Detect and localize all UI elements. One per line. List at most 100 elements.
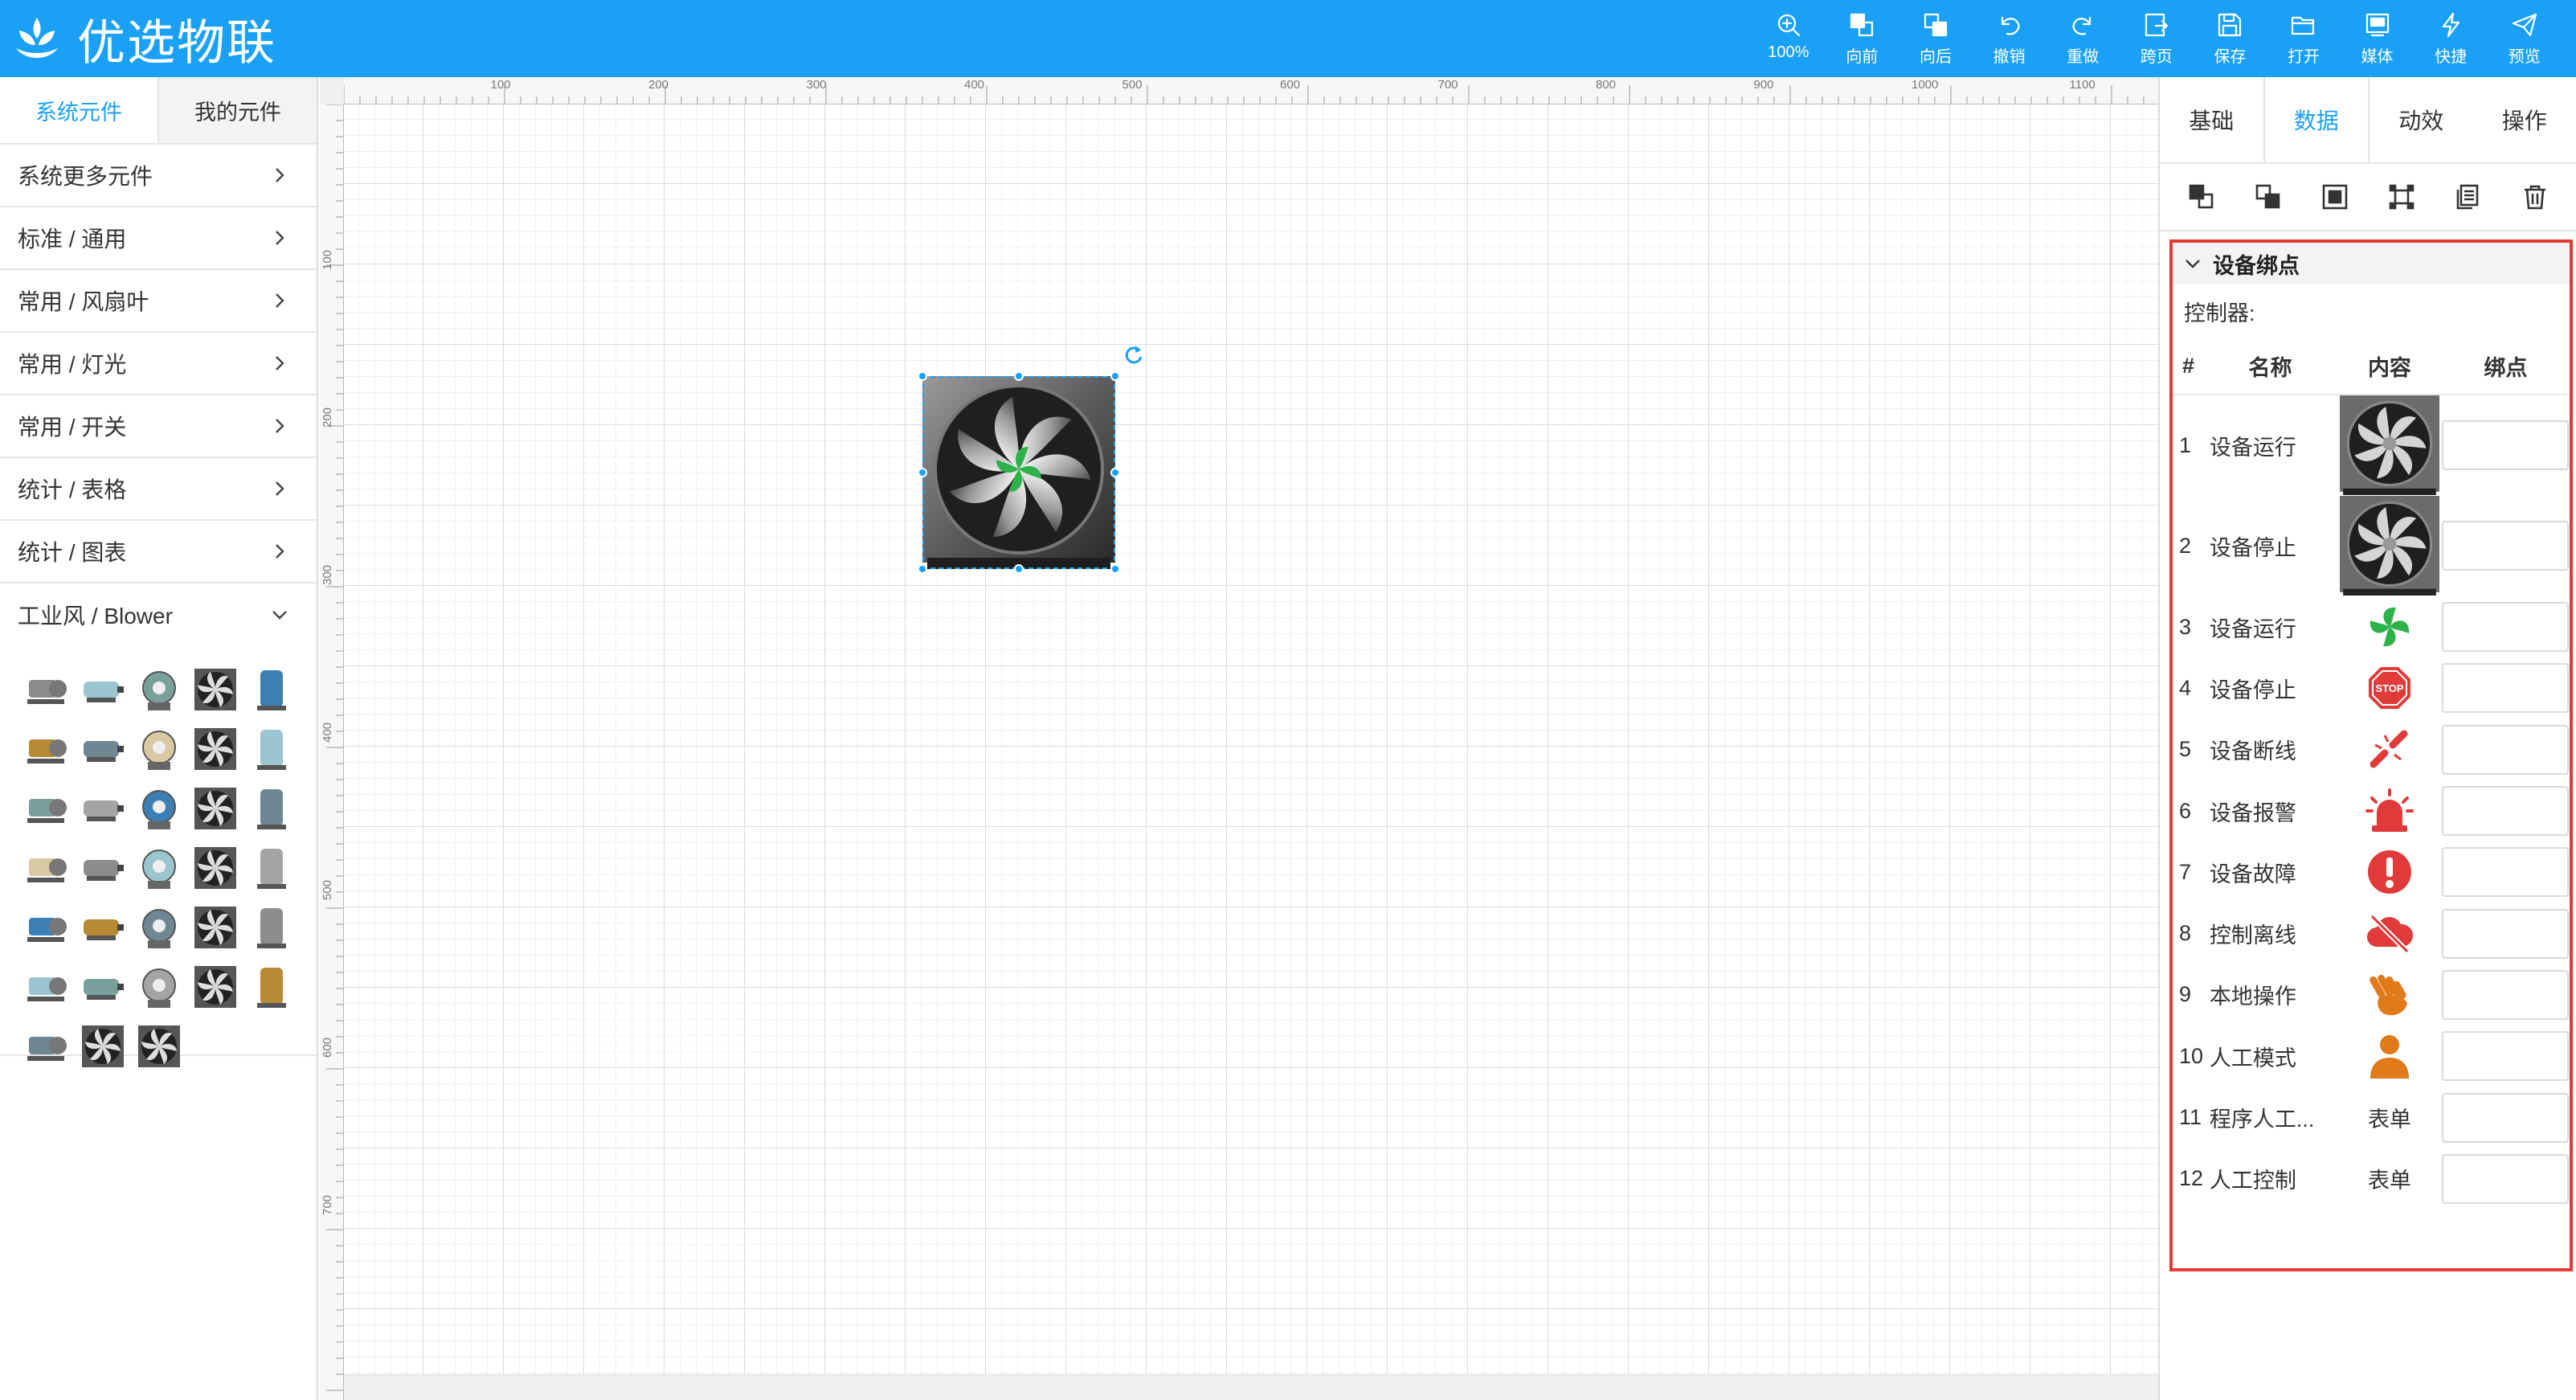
resize-handle-s[interactable] [1014, 564, 1024, 574]
horizontal-ruler: 100 200 300 400 500 600 700 800 900 1000 1100 [344, 77, 2158, 104]
blower-component-thumbnail[interactable] [190, 961, 241, 1013]
blower-component-thumbnail[interactable] [190, 723, 241, 775]
blower-component-thumbnail[interactable] [21, 723, 72, 775]
blower-component-thumbnail[interactable] [190, 664, 241, 715]
resize-handle-ne[interactable] [1110, 371, 1120, 381]
blower-component-thumbnail[interactable] [21, 961, 72, 1013]
category-stat-chart[interactable]: 统计 / 图表 [0, 521, 317, 583]
blower-component-thumbnail[interactable] [133, 664, 185, 715]
send-back-button[interactable] [2252, 181, 2284, 213]
bind-point-input[interactable] [2442, 1153, 2570, 1204]
blower-component-thumbnail[interactable] [77, 664, 129, 715]
bind-point-input[interactable] [2442, 1031, 2570, 1082]
resize-handle-n[interactable] [1014, 371, 1024, 381]
blower-component-thumbnail[interactable] [246, 664, 297, 715]
blower-thumbnail-icon [142, 731, 176, 770]
category-industrial-blower[interactable]: 工业风 / Blower [0, 583, 317, 646]
bind-point-input[interactable] [2442, 521, 2570, 571]
category-fan-blade[interactable]: 常用 / 风扇叶 [0, 270, 317, 333]
bring-front-button[interactable] [2186, 181, 2218, 213]
blower-component-thumbnail[interactable] [190, 902, 241, 953]
blower-component-thumbnail[interactable] [77, 842, 129, 894]
cross-page-button[interactable]: 跨页 [2120, 11, 2194, 69]
blower-component-thumbnail[interactable] [246, 783, 297, 834]
blower-component-thumbnail[interactable] [246, 902, 297, 953]
blower-component-thumbnail[interactable] [21, 664, 72, 715]
row-number: 9 [2179, 982, 2192, 1007]
bind-point-input[interactable] [2442, 786, 2570, 837]
tab-my-components[interactable]: 我的元件 [157, 77, 317, 143]
bind-point-input[interactable] [2442, 420, 2570, 470]
design-canvas[interactable]: 100 200 300 400 500 600 700 800 900 1000 1100 100 2… [320, 77, 2158, 1400]
resize-handle-sw[interactable] [918, 564, 927, 574]
blower-component-thumbnail[interactable] [133, 842, 185, 894]
category-more-system[interactable]: 系统更多元件 [0, 145, 317, 207]
resize-handle-se[interactable] [1110, 564, 1120, 574]
rotate-handle-icon[interactable] [1122, 342, 1146, 366]
blower-component-thumbnail[interactable] [133, 1021, 185, 1072]
open-button[interactable]: 打开 [2267, 11, 2341, 69]
zoom-icon [1777, 14, 1800, 37]
send-backward-button[interactable]: 向后 [1899, 11, 1973, 69]
media-button[interactable]: 媒体 [2341, 11, 2414, 69]
bind-point-input[interactable] [2442, 602, 2570, 653]
copy-button[interactable] [2452, 181, 2484, 213]
blower-component-thumbnail[interactable] [21, 1021, 72, 1072]
zoom-button[interactable]: 100% [1752, 11, 1826, 69]
tab-data[interactable]: 数据 [2263, 77, 2370, 162]
blower-component-thumbnail[interactable] [21, 783, 72, 834]
blower-component-thumbnail[interactable] [77, 723, 129, 775]
ruler-label: 300 [321, 565, 334, 585]
category-label: 常用 / 灯光 [18, 352, 127, 377]
category-switch[interactable]: 常用 / 开关 [0, 395, 317, 458]
blower-component-thumbnail[interactable] [190, 783, 241, 834]
undo-button[interactable]: 撤销 [1973, 11, 2046, 69]
bind-point-input[interactable] [2442, 663, 2570, 714]
ungroup-button[interactable] [2386, 181, 2418, 213]
group-button[interactable] [2319, 181, 2351, 213]
blower-component-thumbnail[interactable] [133, 961, 185, 1013]
content-text: 表单 [2367, 1107, 2411, 1132]
tab-operation[interactable]: 操作 [2473, 77, 2576, 162]
bring-forward-button[interactable]: 向前 [1826, 11, 1899, 69]
bind-point-input[interactable] [2442, 1092, 2570, 1143]
redo-label: 重做 [2067, 48, 2100, 66]
blower-component-thumbnail[interactable] [21, 902, 72, 953]
row-content: 表单 [2337, 1163, 2441, 1194]
category-lighting[interactable]: 常用 / 灯光 [0, 333, 317, 395]
horizontal-scrollbar[interactable] [344, 1374, 2158, 1400]
blower-component-thumbnail[interactable] [77, 783, 129, 834]
tab-basic[interactable]: 基础 [2160, 77, 2263, 162]
blower-component-thumbnail[interactable] [21, 842, 72, 894]
chevron-right-icon [276, 544, 284, 559]
resize-handle-w[interactable] [918, 468, 927, 477]
blower-component-thumbnail[interactable] [133, 783, 185, 834]
resize-handle-nw[interactable] [918, 371, 927, 381]
blower-component-thumbnail[interactable] [133, 723, 185, 775]
bind-point-input[interactable] [2442, 969, 2570, 1020]
shortcut-button[interactable]: 快捷 [2414, 11, 2488, 69]
save-button[interactable]: 保存 [2194, 11, 2267, 69]
blower-component-thumbnail[interactable] [246, 723, 297, 775]
blower-component-thumbnail[interactable] [246, 842, 297, 894]
blower-component-thumbnail[interactable] [133, 902, 185, 953]
canvas-grid[interactable] [344, 104, 2158, 1374]
blower-component-thumbnail[interactable] [77, 1021, 129, 1072]
ruler-label: 700 [321, 1195, 334, 1215]
resize-handle-e[interactable] [1110, 468, 1120, 477]
bind-point-input[interactable] [2442, 724, 2570, 775]
category-standard-general[interactable]: 标准 / 通用 [0, 207, 317, 270]
category-stat-table[interactable]: 统计 / 表格 [0, 458, 317, 521]
blower-component-thumbnail[interactable] [77, 961, 129, 1013]
blower-component-thumbnail[interactable] [246, 961, 297, 1013]
preview-button[interactable]: 预览 [2488, 11, 2562, 69]
blower-component-thumbnail[interactable] [77, 902, 129, 953]
bind-point-input[interactable] [2442, 908, 2570, 959]
binding-section-header[interactable]: 设备绑点 [2173, 243, 2570, 285]
tab-system-components[interactable]: 系统元件 [0, 77, 157, 143]
redo-button[interactable]: 重做 [2046, 11, 2120, 69]
blower-component-thumbnail[interactable] [190, 842, 241, 894]
bind-point-input[interactable] [2442, 847, 2570, 898]
tab-animation[interactable]: 动效 [2370, 77, 2473, 162]
delete-button[interactable] [2519, 181, 2551, 213]
